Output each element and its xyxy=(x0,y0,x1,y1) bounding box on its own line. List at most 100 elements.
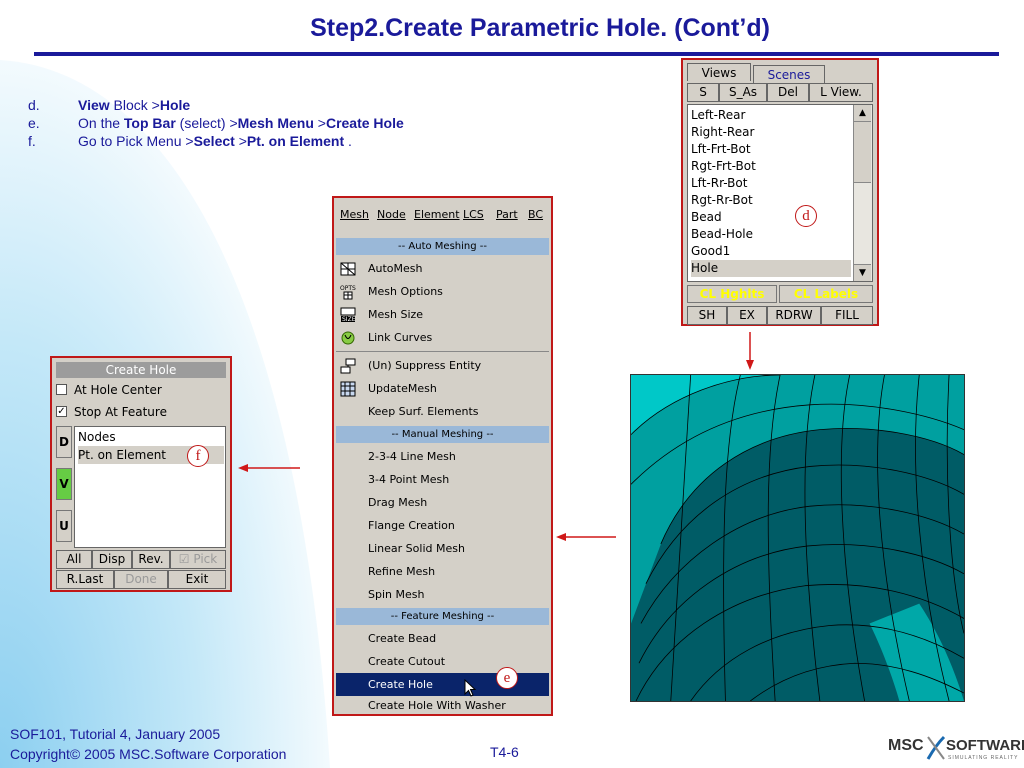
disp-button[interactable]: Disp xyxy=(92,550,132,569)
svg-text:SIZE: SIZE xyxy=(342,316,356,323)
footer: SOF101, Tutorial 4, January 2005 Copyrig… xyxy=(10,724,286,764)
step-text: On the Top Bar (select) >Mesh Menu >Crea… xyxy=(78,115,404,131)
list-item[interactable]: Rgt-Frt-Bot xyxy=(691,158,851,175)
menu-item-create-hole-washer[interactable]: Create Hole With Washer xyxy=(336,696,549,716)
menu-lcs[interactable]: LCS xyxy=(463,208,484,221)
menu-item-linear-solid-mesh[interactable]: Linear Solid Mesh xyxy=(336,537,549,560)
pick-check-icon: ☑ xyxy=(178,552,190,566)
create-hole-title: Create Hole xyxy=(56,362,226,378)
section-auto-meshing: -- Auto Meshing -- xyxy=(336,238,549,255)
list-item[interactable]: Good1 xyxy=(691,243,851,260)
pick-label: Pick xyxy=(193,552,218,566)
scroll-thumb[interactable] xyxy=(854,122,871,183)
step-text: View Block >Hole xyxy=(78,97,191,113)
rev-button[interactable]: Rev. xyxy=(132,550,170,569)
callout-f: f xyxy=(187,445,209,467)
mouse-cursor-icon xyxy=(464,679,477,697)
fill-button[interactable]: FILL xyxy=(821,306,873,325)
menu-item-create-bead[interactable]: Create Bead xyxy=(336,627,549,650)
menu-item-34-point-mesh[interactable]: 3-4 Point Mesh xyxy=(336,468,549,491)
callout-e: e xyxy=(496,667,518,689)
l-view-button[interactable]: L View. xyxy=(809,83,873,102)
menu-bar: Mesh Node Element LCS Part BC xyxy=(336,200,549,228)
menu-item-mesh-options[interactable]: OPTS. Mesh Options xyxy=(336,280,549,303)
rlast-button[interactable]: R.Last xyxy=(56,570,114,589)
mesh-options-icon: OPTS. xyxy=(340,285,356,300)
s-as-button[interactable]: S_As xyxy=(719,83,767,102)
list-item[interactable]: Lft-Frt-Bot xyxy=(691,141,851,158)
menu-node[interactable]: Node xyxy=(377,208,406,221)
list-item[interactable]: Rgt-Rr-Bot xyxy=(691,192,851,209)
pick-list: Nodes Pt. on Element xyxy=(74,426,226,548)
at-hole-center-checkbox[interactable]: At Hole Center xyxy=(56,380,226,400)
ex-button[interactable]: EX xyxy=(727,306,767,325)
menu-item-update-mesh[interactable]: UpdateMesh xyxy=(336,377,549,400)
menu-item-keep-surf-elements[interactable]: Keep Surf. Elements xyxy=(336,400,549,423)
slide-title: Step2.Create Parametric Hole. (Cont’d) xyxy=(310,14,770,42)
list-item[interactable]: Bead xyxy=(691,209,851,226)
step-letter: e. xyxy=(28,115,40,131)
del-button[interactable]: Del xyxy=(767,83,809,102)
menu-mesh[interactable]: Mesh xyxy=(340,208,369,221)
step-letter: f. xyxy=(28,133,36,149)
stop-at-feature-checkbox[interactable]: ✓ Stop At Feature xyxy=(56,402,226,422)
scroll-up-icon[interactable]: ▲ xyxy=(854,105,871,122)
msc-software-logo: MSC SOFTWARE SIMULATING REALITY xyxy=(888,735,1024,761)
menu-separator xyxy=(336,351,549,352)
all-button[interactable]: All xyxy=(56,550,92,569)
exit-button[interactable]: Exit xyxy=(168,570,226,589)
mesh-viewport[interactable] xyxy=(630,374,965,702)
list-item[interactable]: Left-Rear xyxy=(691,107,851,124)
arrow-left-icon xyxy=(556,533,616,541)
side-button-u[interactable]: U xyxy=(56,510,72,542)
menu-item-234-line-mesh[interactable]: 2-3-4 Line Mesh xyxy=(336,445,549,468)
menu-item-link-curves[interactable]: Link Curves xyxy=(336,326,549,349)
suppress-entity-icon xyxy=(340,358,356,374)
tab-scenes[interactable]: Scenes xyxy=(753,65,825,83)
menu-item-automesh[interactable]: AutoMesh xyxy=(336,257,549,280)
arrow-down-icon xyxy=(746,332,754,370)
menu-bc[interactable]: BC xyxy=(528,208,543,221)
menu-item-refine-mesh[interactable]: Refine Mesh xyxy=(336,560,549,583)
list-item[interactable]: Lft-Rr-Bot xyxy=(691,175,851,192)
checkbox-label: Stop At Feature xyxy=(74,405,167,419)
section-manual-meshing: -- Manual Meshing -- xyxy=(336,426,549,443)
cl-labels-button[interactable]: CL Labels xyxy=(779,285,873,303)
checkbox-label: At Hole Center xyxy=(74,383,162,397)
logo-swoosh-icon xyxy=(926,735,946,760)
cl-hghlts-button[interactable]: CL Hghlts xyxy=(687,285,777,303)
scrollbar[interactable]: ▲ ▼ xyxy=(853,105,872,281)
rdrw-button[interactable]: RDRW xyxy=(767,306,821,325)
list-item[interactable]: Right-Rear xyxy=(691,124,851,141)
s-button[interactable]: S xyxy=(687,83,719,102)
menu-item-drag-mesh[interactable]: Drag Mesh xyxy=(336,491,549,514)
section-feature-meshing: -- Feature Meshing -- xyxy=(336,608,549,625)
link-curves-icon xyxy=(341,331,355,345)
mesh-size-icon: SIZE xyxy=(340,307,356,323)
checkbox-box[interactable]: ✓ xyxy=(56,406,67,417)
automesh-icon xyxy=(340,262,356,276)
sh-button[interactable]: SH xyxy=(687,306,727,325)
update-mesh-icon xyxy=(340,381,356,397)
list-item[interactable]: Bead-Hole xyxy=(691,226,851,243)
list-item-selected[interactable]: Hole xyxy=(691,260,851,277)
side-button-d[interactable]: D xyxy=(56,426,72,458)
menu-item-suppress-entity[interactable]: (Un) Suppress Entity xyxy=(336,354,549,377)
scroll-down-icon[interactable]: ▼ xyxy=(854,264,871,281)
menu-part[interactable]: Part xyxy=(496,208,518,221)
done-button[interactable]: Done xyxy=(114,570,168,589)
menu-element[interactable]: Element xyxy=(414,208,460,221)
mesh-menu-panel: Mesh Node Element LCS Part BC -- Auto Me… xyxy=(332,196,553,716)
side-button-v[interactable]: V xyxy=(56,468,72,500)
checkbox-box[interactable] xyxy=(56,384,67,395)
menu-item-flange-creation[interactable]: Flange Creation xyxy=(336,514,549,537)
create-hole-panel: Create Hole At Hole Center ✓ Stop At Fea… xyxy=(50,356,232,592)
tab-views[interactable]: Views xyxy=(687,63,751,81)
footer-copyright: Copyright© 2005 MSC.Software Corporation xyxy=(10,746,287,762)
menu-item-create-cutout[interactable]: Create Cutout xyxy=(336,650,549,673)
step-letter: d. xyxy=(28,97,40,113)
list-item-nodes[interactable]: Nodes xyxy=(78,428,224,446)
menu-item-spin-mesh[interactable]: Spin Mesh xyxy=(336,583,549,606)
pick-checkbox[interactable]: ☑ Pick xyxy=(170,550,226,569)
menu-item-mesh-size[interactable]: SIZE Mesh Size xyxy=(336,303,549,326)
